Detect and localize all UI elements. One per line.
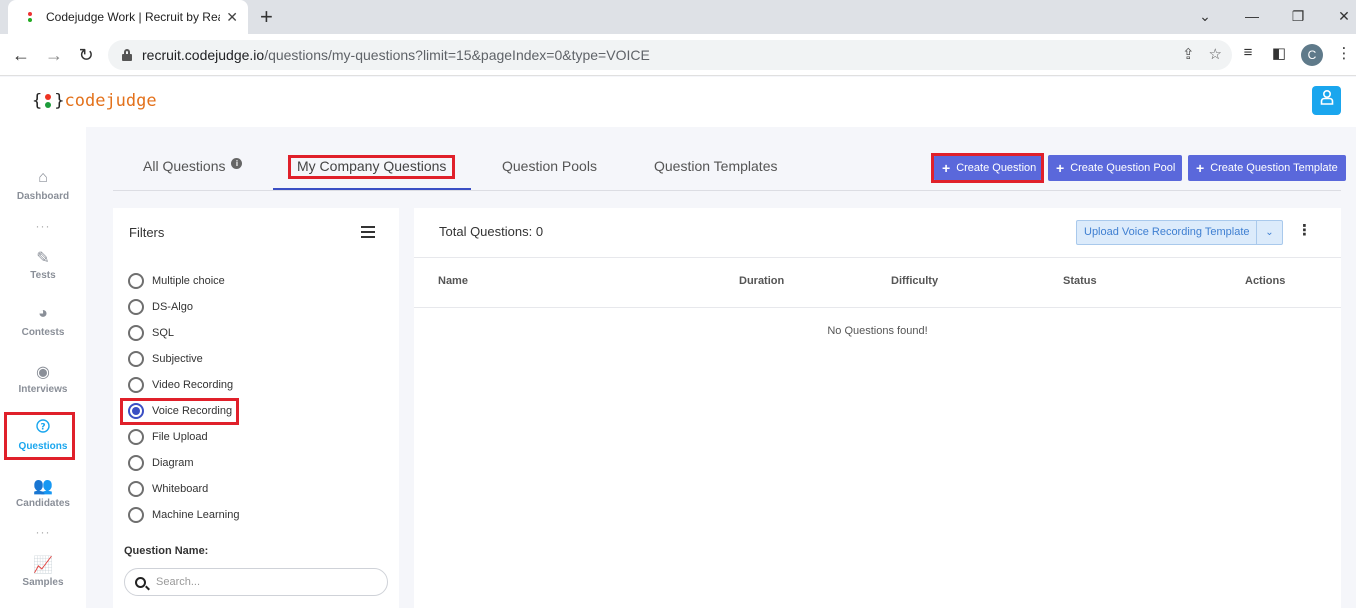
search-box[interactable] — [124, 568, 388, 596]
sidebar-divider-dots: ··· — [35, 219, 51, 233]
logo-dots-icon — [43, 93, 53, 109]
browser-tab-bar: Codejudge Work | Recruit by Rea ✕ + ⌄ — … — [0, 0, 1356, 34]
share-icon[interactable]: ⇪ — [1182, 45, 1195, 63]
filter-option-ds-algo[interactable]: DS-Algo — [128, 299, 193, 315]
create-question-template-button[interactable]: + Create Question Template — [1188, 155, 1346, 181]
empty-state-message: No Questions found! — [827, 325, 928, 337]
logo-brace-open: { — [32, 91, 43, 111]
lock-icon[interactable] — [122, 49, 132, 61]
info-icon: i — [231, 158, 243, 169]
users-icon: 👥 — [33, 478, 53, 495]
user-icon — [1320, 89, 1333, 105]
url-path: /questions/my-questions?limit=15&pageInd… — [264, 47, 650, 63]
filter-option-machine-learning[interactable]: Machine Learning — [128, 507, 239, 523]
back-icon[interactable]: ← — [8, 42, 34, 68]
results-panel: Total Questions: 0 Upload Voice Recordin… — [414, 208, 1341, 608]
profile-avatar[interactable]: C — [1301, 44, 1323, 66]
highlight-box — [931, 153, 1044, 183]
tab-close-icon[interactable]: ✕ — [226, 9, 238, 26]
forward-icon[interactable]: → — [41, 42, 67, 68]
search-icon — [135, 576, 146, 588]
radio-button[interactable] — [128, 429, 144, 445]
minimize-icon[interactable]: — — [1240, 4, 1264, 28]
radio-button[interactable] — [128, 455, 144, 471]
tab-search-chevron-icon[interactable]: ⌄ — [1193, 4, 1217, 28]
browser-menu-icon[interactable]: ⋮ — [1333, 44, 1355, 62]
tab-question-pools[interactable]: Question Pools — [502, 158, 597, 174]
sidebar-item-dashboard[interactable]: ⌂ Dashboard — [0, 169, 86, 202]
highlight-box — [120, 398, 239, 425]
radio-button[interactable] — [128, 325, 144, 341]
create-question-pool-button[interactable]: + Create Question Pool — [1048, 155, 1182, 181]
filters-title: Filters — [129, 225, 165, 240]
column-header-difficulty: Difficulty — [891, 275, 939, 287]
new-tab-button[interactable]: + — [260, 4, 273, 30]
tab-question-templates[interactable]: Question Templates — [654, 158, 777, 174]
filter-option-whiteboard[interactable]: Whiteboard — [128, 481, 208, 497]
plus-icon: + — [1196, 160, 1205, 176]
sidebar-item-tests[interactable]: ✎ Tests — [0, 248, 86, 281]
chart-icon: 📈 — [33, 557, 53, 574]
filter-option-diagram[interactable]: Diagram — [128, 455, 194, 471]
address-bar[interactable]: recruit.codejudge.io/questions/my-questi… — [108, 40, 1232, 70]
reload-icon[interactable]: ↻ — [73, 42, 99, 68]
user-account-button[interactable] — [1312, 86, 1341, 115]
app-header: { } codejudge — [0, 77, 1356, 127]
logo-brace-close: } — [54, 91, 65, 111]
sidebar-item-samples[interactable]: 📈 Samples — [0, 555, 86, 588]
bookmark-star-icon[interactable]: ☆ — [1209, 45, 1222, 63]
column-header-actions: Actions — [1245, 275, 1286, 287]
chevron-down-icon[interactable]: ⌄ — [1256, 221, 1282, 244]
total-questions: Total Questions: 0 — [439, 224, 544, 239]
filter-option-video-recording[interactable]: Video Recording — [128, 377, 233, 393]
divider — [414, 307, 1341, 308]
browser-tab[interactable]: Codejudge Work | Recruit by Rea ✕ — [8, 0, 248, 34]
search-input[interactable] — [156, 576, 356, 588]
highlight-box — [288, 155, 455, 179]
radio-button[interactable] — [128, 273, 144, 289]
column-header-name: Name — [438, 275, 468, 287]
filter-option-file-upload[interactable]: File Upload — [128, 429, 208, 445]
side-panel-icon[interactable]: ◧ — [1268, 44, 1290, 62]
upload-template-button[interactable]: Upload Voice Recording Template ⌄ — [1076, 220, 1283, 245]
highlight-box — [4, 412, 75, 460]
filter-option-sql[interactable]: SQL — [128, 325, 174, 341]
sidebar-item-contests[interactable]: ◕ Contests — [0, 305, 86, 338]
restore-icon[interactable]: ❐ — [1286, 4, 1310, 28]
upload-template-label[interactable]: Upload Voice Recording Template — [1077, 221, 1256, 244]
pencil-icon: ✎ — [36, 250, 50, 267]
column-header-status: Status — [1063, 275, 1097, 287]
tab-all-questions[interactable]: All Questions i — [143, 158, 243, 174]
divider — [414, 257, 1341, 258]
filter-option-subjective[interactable]: Subjective — [128, 351, 203, 367]
logo-text: codejudge — [64, 91, 157, 111]
home-icon: ⌂ — [38, 169, 48, 186]
window-close-icon[interactable]: ✕ — [1332, 4, 1356, 28]
plus-icon: + — [1056, 160, 1065, 176]
sidebar: ⌂ Dashboard ··· ✎ Tests ◕ Contests ◉ Int… — [0, 127, 86, 608]
column-header-duration: Duration — [739, 275, 785, 287]
filter-option-multiple-choice[interactable]: Multiple choice — [128, 273, 225, 289]
podcast-icon: ◉ — [36, 364, 50, 381]
radio-button[interactable] — [128, 299, 144, 315]
more-options-icon[interactable]: ⋮ — [1297, 223, 1312, 239]
active-tab-underline — [273, 188, 471, 190]
radio-button[interactable] — [128, 481, 144, 497]
sidebar-item-interviews[interactable]: ◉ Interviews — [0, 362, 86, 395]
sidebar-item-candidates[interactable]: 👥 Candidates — [0, 476, 86, 509]
radio-button[interactable] — [128, 507, 144, 523]
pie-icon: ◕ — [38, 305, 48, 322]
browser-toolbar: ← → ↻ recruit.codejudge.io/questions/my-… — [0, 34, 1356, 76]
codejudge-logo[interactable]: { } codejudge — [32, 91, 157, 111]
sidebar-divider-dots: ··· — [35, 525, 51, 539]
question-name-label: Question Name: — [124, 545, 209, 557]
filters-menu-icon[interactable] — [361, 226, 375, 238]
radio-button[interactable] — [128, 377, 144, 393]
tab-title: Codejudge Work | Recruit by Rea — [46, 10, 221, 24]
radio-button[interactable] — [128, 351, 144, 367]
media-control-icon[interactable]: ≡ — [1237, 44, 1259, 61]
url-host: recruit.codejudge.io — [142, 47, 265, 63]
codejudge-favicon-icon — [24, 11, 36, 23]
